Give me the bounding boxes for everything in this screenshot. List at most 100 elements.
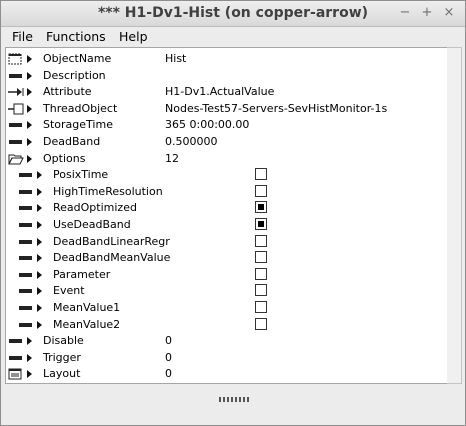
attribute-icon: [8, 70, 24, 82]
attribute-name: DeadBandLinearRegr: [53, 234, 170, 248]
expand-arrow-icon[interactable]: [27, 337, 32, 346]
layout-icon: [8, 368, 24, 380]
attribute-icon: [18, 302, 34, 314]
attribute-icon: [8, 119, 24, 131]
option-row[interactable]: PosixTime: [6, 167, 447, 183]
attribute-editor-window: *** H1-Dv1-Hist (on copper-arrow) − + × …: [0, 0, 466, 426]
expand-arrow-icon[interactable]: [27, 104, 32, 113]
attribute-name: UseDeadBand: [53, 218, 131, 231]
attribute-name: DeadBand: [43, 135, 101, 148]
attribute-name: MeanValue1: [53, 301, 121, 314]
option-row[interactable]: MeanValue2: [6, 317, 447, 333]
expand-arrow-icon[interactable]: [27, 71, 32, 80]
attribute-value[interactable]: 365 0:00:00.00: [165, 118, 249, 131]
attribute-name: PosixTime: [53, 168, 109, 182]
option-checkbox[interactable]: [255, 168, 267, 181]
option-checkbox[interactable]: [255, 234, 267, 247]
expand-arrow-icon[interactable]: [37, 287, 42, 296]
attribute-icon: [18, 202, 34, 214]
option-row[interactable]: UseDeadBand: [6, 217, 447, 233]
option-row[interactable]: ReadOptimized: [6, 200, 447, 216]
option-checkbox[interactable]: [255, 317, 267, 330]
menu-bar: File Functions Help: [1, 27, 465, 47]
expand-arrow-icon[interactable]: [37, 320, 42, 329]
title-bar[interactable]: *** H1-Dv1-Hist (on copper-arrow) − + ×: [1, 1, 465, 27]
attribute-row[interactable]: Trigger 0: [6, 350, 447, 366]
attribute-icon: [18, 169, 34, 181]
attribute-name: Layout: [43, 367, 81, 381]
attribute-name: StorageTime: [43, 118, 113, 132]
expand-arrow-icon[interactable]: [27, 55, 32, 63]
expand-arrow-icon[interactable]: [27, 88, 32, 97]
attribute-name: MeanValue2: [53, 317, 121, 331]
option-row[interactable]: HighTimeResolution: [6, 184, 447, 200]
attribute-tree: ObjectName Hist Description Attribute H1-Dv1…: [5, 47, 448, 384]
minimize-button[interactable]: −: [397, 5, 413, 21]
expand-arrow-icon[interactable]: [37, 221, 42, 229]
attribute-icon: [18, 285, 34, 297]
expand-arrow-icon[interactable]: [27, 370, 32, 379]
option-checkbox[interactable]: [255, 301, 267, 313]
expand-arrow-icon[interactable]: [27, 154, 32, 163]
attribute-name: DeadBandMeanValue: [53, 251, 171, 265]
menu-functions[interactable]: Functions: [46, 29, 106, 44]
option-checkbox[interactable]: [255, 218, 267, 230]
menu-file[interactable]: File: [12, 29, 33, 44]
option-checkbox[interactable]: [255, 284, 267, 297]
attribute-icon: [8, 136, 24, 148]
attribute-value[interactable]: H1-Dv1.ActualValue: [165, 85, 274, 98]
expand-arrow-icon[interactable]: [37, 204, 42, 213]
attribute-row[interactable]: ObjectName Hist: [6, 51, 447, 67]
attribute-icon: [18, 319, 34, 331]
attribute-name: ReadOptimized: [53, 201, 137, 215]
maximize-button[interactable]: +: [419, 5, 435, 21]
attribute-row[interactable]: Layout 0: [6, 366, 447, 382]
expand-arrow-icon[interactable]: [37, 187, 42, 196]
attribute-name: Description: [43, 68, 106, 82]
attribute-value[interactable]: 12: [165, 152, 179, 165]
window-title: *** H1-Dv1-Hist (on copper-arrow): [97, 5, 369, 21]
attribute-value[interactable]: Nodes-Test57-Servers-SevHistMonitor-1s: [165, 102, 387, 115]
attribute-icon: [8, 335, 24, 347]
attribute-value[interactable]: 0: [165, 351, 172, 364]
attribute-icon: [18, 236, 34, 248]
attribute-name: Disable: [43, 334, 84, 348]
attribute-value[interactable]: 0: [165, 334, 172, 347]
menu-help[interactable]: Help: [119, 29, 148, 44]
option-checkbox[interactable]: [255, 251, 267, 264]
option-row[interactable]: DeadBandMeanValue: [6, 250, 447, 266]
option-row[interactable]: DeadBandLinearRegr: [6, 234, 447, 250]
close-button[interactable]: ×: [441, 5, 457, 21]
object-icon: [8, 53, 24, 65]
option-row[interactable]: Parameter: [6, 267, 447, 283]
resize-grip[interactable]: [219, 397, 251, 402]
option-checkbox[interactable]: [255, 184, 267, 197]
expand-arrow-icon[interactable]: [37, 237, 42, 246]
expand-arrow-icon[interactable]: [37, 254, 42, 263]
vertical-scrollbar[interactable]: [447, 47, 462, 384]
expand-arrow-icon[interactable]: [37, 304, 42, 312]
expand-arrow-icon[interactable]: [27, 121, 32, 130]
attribute-row[interactable]: Description: [6, 68, 447, 84]
expand-arrow-icon[interactable]: [37, 270, 42, 279]
attribute-row[interactable]: StorageTime 365 0:00:00.00: [6, 117, 447, 133]
expand-arrow-icon[interactable]: [27, 353, 32, 362]
attribute-name: Options: [43, 151, 86, 165]
attribute-value[interactable]: Hist: [165, 52, 186, 65]
attribute-row[interactable]: Attribute H1-Dv1.ActualValue: [6, 84, 447, 100]
attribute-row[interactable]: DeadBand 0.500000: [6, 134, 447, 150]
expand-arrow-icon[interactable]: [27, 138, 32, 146]
option-checkbox[interactable]: [255, 201, 267, 214]
option-row[interactable]: Event: [6, 283, 447, 299]
attribute-row[interactable]: Disable 0: [6, 333, 447, 349]
attribute-icon: [18, 186, 34, 198]
expand-arrow-icon[interactable]: [37, 171, 42, 180]
folder-open-icon: [8, 153, 24, 165]
object-reference-icon: [8, 103, 24, 115]
attribute-value[interactable]: 0: [165, 367, 172, 380]
attribute-value[interactable]: 0.500000: [165, 135, 218, 148]
attribute-row[interactable]: ThreadObject Nodes-Test57-Servers-SevHist…: [6, 101, 447, 117]
option-checkbox[interactable]: [255, 267, 267, 280]
attribute-row[interactable]: Options 12: [6, 151, 447, 167]
option-row[interactable]: MeanValue1: [6, 300, 447, 316]
